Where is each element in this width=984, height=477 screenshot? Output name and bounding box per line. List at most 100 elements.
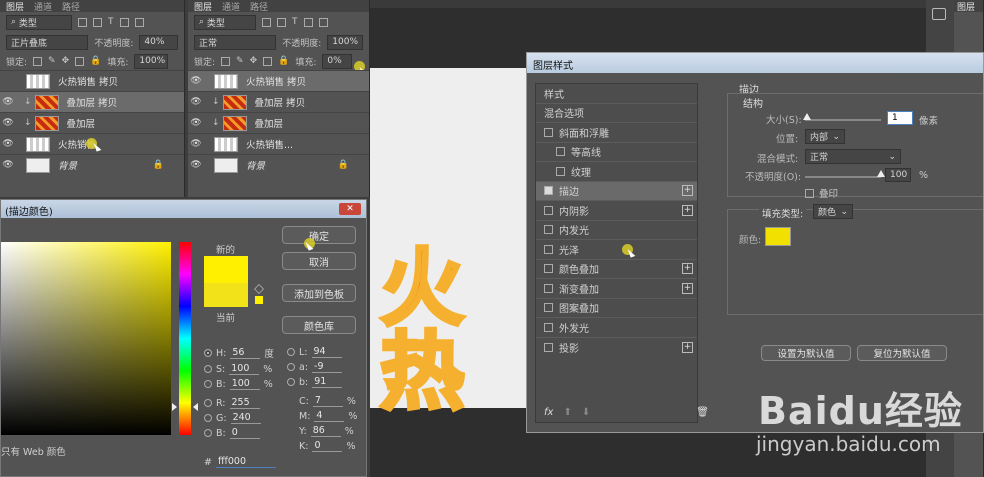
web-safe-swatch[interactable] <box>255 296 263 304</box>
layer-row[interactable]: 👁 ↓ 叠加层 <box>0 112 184 133</box>
opacity-slider-handle[interactable] <box>877 170 885 177</box>
pixel-filter-icon[interactable] <box>262 17 271 27</box>
lock-move-icon[interactable]: ✥ <box>62 56 70 66</box>
radio-a[interactable] <box>287 363 295 371</box>
input-g[interactable]: 240 <box>230 412 261 424</box>
reset-default-button[interactable]: 复位为默认值 <box>857 345 947 361</box>
add-icon[interactable]: + <box>682 263 693 275</box>
layer-row[interactable]: 👁 背景 🔒 <box>0 154 184 175</box>
size-input[interactable]: 1 <box>887 111 913 125</box>
opacity-input[interactable]: 100 <box>885 168 911 182</box>
input-c[interactable]: 7 <box>312 395 343 407</box>
opacity-slider-track[interactable] <box>805 176 881 178</box>
checkbox[interactable] <box>556 166 565 176</box>
input-hex[interactable]: fff000 <box>215 456 276 468</box>
move-down-icon[interactable]: ⬇ <box>582 407 590 418</box>
opacity-input[interactable]: 100% <box>327 34 363 50</box>
add-icon[interactable]: + <box>682 282 693 294</box>
layer-row[interactable]: 👁 火热销售 <box>0 133 184 154</box>
style-item[interactable]: 纹理 <box>536 162 697 182</box>
panel-icon[interactable] <box>932 8 946 20</box>
hue-slider[interactable] <box>179 242 191 435</box>
style-item[interactable]: 颜色叠加 + <box>536 260 697 279</box>
lock-artboard-icon[interactable] <box>263 56 273 66</box>
input-r[interactable]: 255 <box>229 397 260 409</box>
color-libraries-button[interactable]: 颜色库 <box>282 316 356 334</box>
lock-all-icon[interactable]: 🔒 <box>90 56 101 66</box>
eye-icon[interactable]: 👁 <box>188 118 204 128</box>
input-m[interactable]: 4 <box>314 410 345 422</box>
lock-all-icon[interactable]: 🔒 <box>278 56 289 66</box>
radio-blue[interactable] <box>204 429 212 437</box>
checkbox[interactable] <box>544 283 553 293</box>
lock-paint-icon[interactable]: ✎ <box>236 56 244 66</box>
style-item[interactable]: 内阴影 + <box>536 201 697 221</box>
tab-channels[interactable]: 通道 <box>34 0 52 13</box>
cancel-button[interactable]: 取消 <box>282 252 356 270</box>
checkbox[interactable] <box>544 225 553 235</box>
move-up-icon[interactable]: ⬆ <box>563 407 571 418</box>
eye-icon[interactable]: 👁 <box>188 139 204 149</box>
radio-brightness[interactable] <box>204 380 212 388</box>
lock-paint-icon[interactable]: ✎ <box>48 56 56 66</box>
eye-icon[interactable]: 👁 <box>0 97 16 107</box>
layer-row[interactable]: 火热销售 拷贝 <box>0 70 184 91</box>
text-filter-icon[interactable]: T <box>292 17 298 27</box>
hue-slider-left-handle[interactable] <box>172 403 177 411</box>
tab-paths[interactable]: 路径 <box>62 0 80 13</box>
input-b[interactable]: 91 <box>312 376 343 388</box>
eye-icon[interactable]: 👁 <box>0 139 16 149</box>
layer-row[interactable]: 👁 ↓ 叠加层 拷贝 <box>188 91 369 112</box>
eye-icon[interactable]: 👁 <box>0 160 16 170</box>
lock-pixels-icon[interactable] <box>33 56 43 66</box>
web-colors-only-checkbox[interactable]: 只有 Web 颜色 <box>1 444 66 458</box>
blend-mode-select[interactable]: 正片叠底 <box>6 34 89 50</box>
checkbox[interactable] <box>544 342 553 352</box>
input-h[interactable]: 56 <box>230 347 261 359</box>
input-y[interactable]: 86 <box>310 425 341 437</box>
lock-move-icon[interactable]: ✥ <box>250 56 258 66</box>
style-item[interactable]: 内发光 <box>536 221 697 240</box>
style-item[interactable]: 斜面和浮雕 <box>536 123 697 143</box>
layer-row[interactable]: 👁 ↓ 叠加层 拷贝 <box>0 91 184 112</box>
input-brightness[interactable]: 100 <box>229 378 260 390</box>
add-icon[interactable]: + <box>682 341 693 353</box>
eye-icon[interactable]: 👁 <box>188 76 204 86</box>
add-icon[interactable]: + <box>682 204 693 216</box>
input-s[interactable]: 100 <box>229 363 260 375</box>
checkbox[interactable] <box>805 188 814 198</box>
size-slider-track[interactable] <box>805 119 881 121</box>
checkbox[interactable] <box>544 127 553 137</box>
opacity-input[interactable]: 40% <box>139 34 178 50</box>
fx-icon[interactable]: fx <box>544 407 553 418</box>
size-slider-handle[interactable] <box>803 113 811 120</box>
checkbox[interactable] <box>544 205 553 215</box>
style-item[interactable]: 等高线 <box>536 143 697 162</box>
adjust-filter-icon[interactable] <box>277 17 286 27</box>
lock-pixels-icon[interactable] <box>221 56 231 66</box>
eye-icon[interactable]: 👁 <box>188 97 204 107</box>
radio-g[interactable] <box>204 414 212 422</box>
radio-s[interactable] <box>204 365 212 373</box>
smart-filter-icon[interactable] <box>318 17 328 27</box>
blend-mode-select[interactable]: 正常 <box>194 34 277 50</box>
lock-artboard-icon[interactable] <box>75 56 85 66</box>
input-k[interactable]: 0 <box>312 440 343 452</box>
blend-options-item[interactable]: 混合选项 <box>536 104 697 123</box>
checkbox[interactable] <box>544 244 553 254</box>
checkbox[interactable] <box>544 322 553 332</box>
set-default-button[interactable]: 设置为默认值 <box>761 345 851 361</box>
pixel-filter-icon[interactable] <box>78 17 87 27</box>
filter-kind-select[interactable]: ⌕ 类型 <box>194 14 256 30</box>
eye-icon[interactable]: 👁 <box>188 160 204 170</box>
radio-h[interactable] <box>204 349 212 357</box>
style-item[interactable]: 渐变叠加 + <box>536 279 697 299</box>
out-of-gamut-cube-icon[interactable] <box>254 284 264 294</box>
layer-row[interactable]: 👁 背景 🔒 <box>188 154 369 175</box>
checkbox[interactable] <box>544 303 553 313</box>
saturation-brightness-field[interactable] <box>1 242 171 435</box>
radio-l[interactable] <box>287 348 295 356</box>
overprint-checkbox[interactable]: 叠印 <box>805 186 838 200</box>
add-icon[interactable]: + <box>682 185 693 197</box>
tab-paths[interactable]: 路径 <box>250 0 268 13</box>
